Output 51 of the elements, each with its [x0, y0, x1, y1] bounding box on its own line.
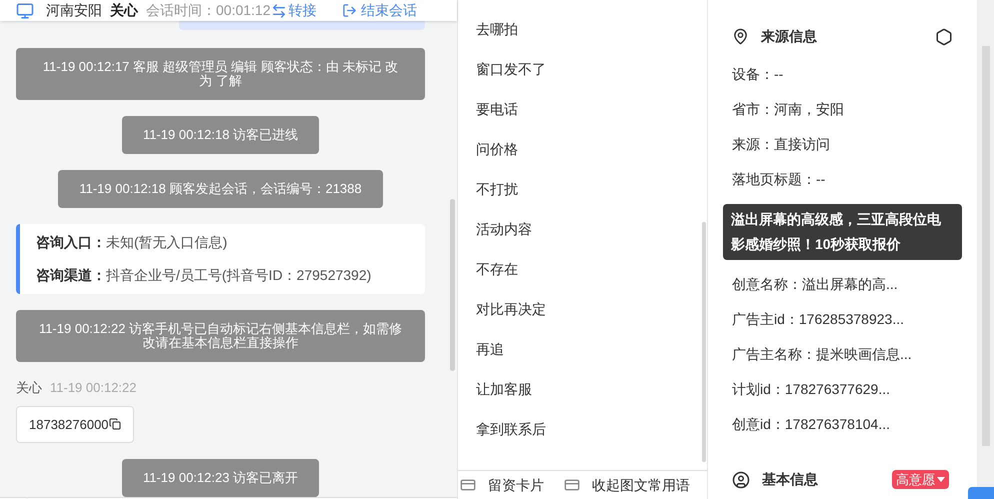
quick-phrase[interactable]: 不存在: [476, 259, 689, 280]
system-message: 11-19 00:12:18 访客已进线: [122, 116, 320, 154]
system-message: 11-19 00:12:22 访客手机号已自动标记右侧基本信息栏，如需修改请在基本信息栏直接操作: [16, 310, 425, 362]
phrase-action-button[interactable]: 留资卡片: [460, 474, 544, 496]
scrollbar[interactable]: [982, 46, 990, 446]
card-icon: [564, 477, 580, 493]
entry-value: 未知(暂无入口信息): [106, 233, 228, 252]
location-text: 河南安阳: [46, 1, 102, 20]
source-field: 创意名称：溢出屏幕的高...: [732, 274, 953, 295]
entry-value: 抖音企业号/员工号(抖音号ID：279527392): [106, 266, 372, 285]
system-message: 11-19 00:12:23 访客已离开: [122, 459, 320, 497]
visitor-name: 关心: [110, 1, 138, 20]
quick-phrase[interactable]: 窗口发不了: [476, 59, 689, 80]
entry-label: 咨询入口：: [36, 233, 106, 252]
source-field: 创意id：178276378104...: [732, 414, 953, 435]
quick-phrase[interactable]: 对比再决定: [476, 299, 689, 320]
source-field: 设备：--: [732, 64, 953, 85]
section-title: 基本信息: [762, 470, 818, 489]
section-title: 来源信息: [761, 27, 817, 46]
message-text: 18738276000: [29, 416, 109, 434]
source-field: 来源：直接访问: [732, 134, 953, 155]
source-field: 广告主id：176285378923...: [732, 309, 953, 330]
quick-phrase[interactable]: 不打扰: [476, 179, 689, 200]
system-message: 11-19 00:12:17 客服 超级管理员 编辑 顾客状态：由 未标记 改为 了解: [16, 48, 425, 100]
scrollbar[interactable]: [450, 199, 455, 371]
source-field: 省市：河南，安阳: [732, 99, 953, 120]
source-field: 计划id：178276377629...: [732, 379, 953, 400]
entry-label: 咨询渠道：: [36, 266, 106, 285]
quick-phrase[interactable]: 问价格: [476, 139, 689, 160]
quick-phrase[interactable]: 让加客服: [476, 379, 689, 400]
swap-arrows-icon: [270, 2, 286, 18]
system-message: 11-19 00:12:18 顾客发起会话，会话编号：21388: [58, 170, 383, 208]
sender-name: 关心: [16, 379, 42, 397]
user-icon: [732, 470, 750, 488]
session-label: 会话时间：00:01:12: [146, 1, 270, 20]
phrase-action-button[interactable]: 收起图文常用语: [564, 474, 690, 496]
quick-phrase[interactable]: 活动内容: [476, 219, 689, 240]
location-pin-icon: [732, 28, 749, 45]
source-field: 落地页标题：--: [732, 169, 953, 190]
quick-phrase[interactable]: 去哪拍: [476, 19, 689, 40]
copy-icon[interactable]: [108, 418, 121, 430]
monitor-icon: [16, 2, 34, 20]
message-time: 11-19 00:12:22: [50, 379, 136, 397]
intent-badge[interactable]: 高意愿: [892, 470, 949, 490]
card-icon: [460, 477, 476, 493]
quick-phrase[interactable]: 拿到联系后: [476, 419, 689, 440]
exit-icon: [342, 3, 357, 18]
quick-phrase[interactable]: 要电话: [476, 99, 689, 120]
tooltip: 溢出屏幕的高级感，三亚高段位电影感婚纱照！10秒获取报价: [723, 204, 962, 260]
quick-phrase[interactable]: 再追: [476, 339, 689, 360]
source-field: 广告主名称：提米映画信息...: [732, 344, 953, 365]
